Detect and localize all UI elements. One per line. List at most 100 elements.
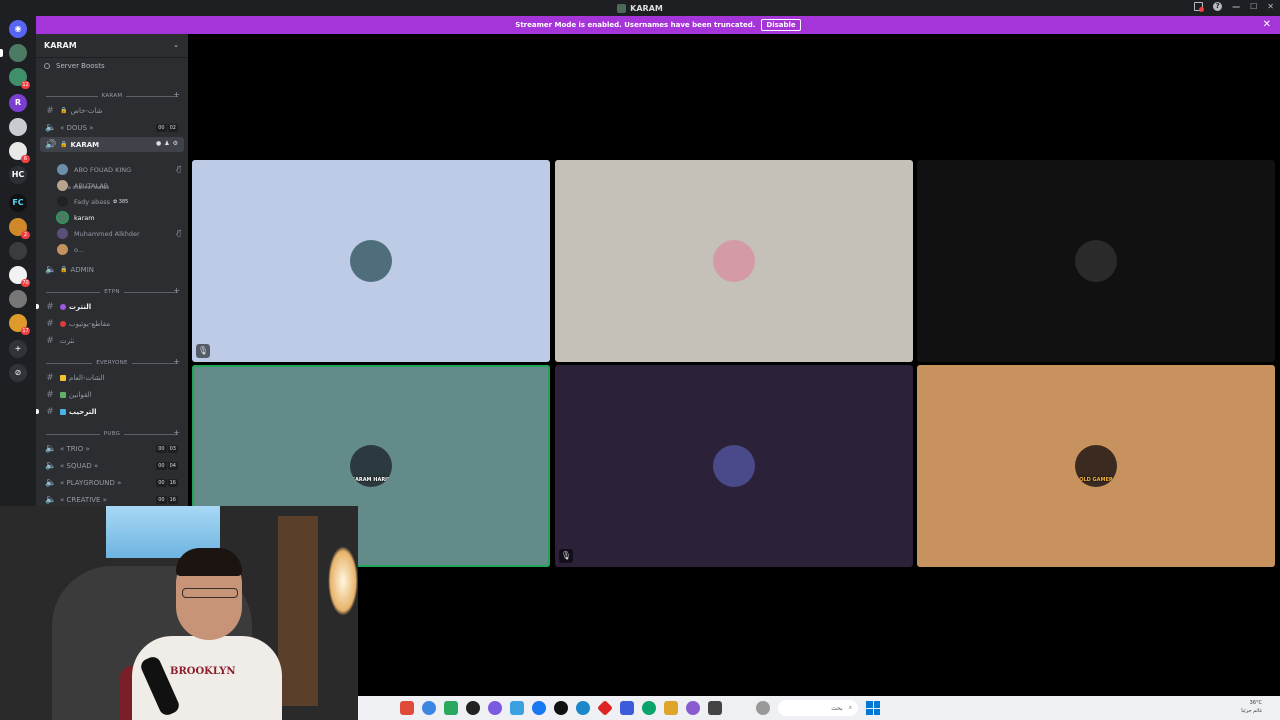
channel-nothing[interactable]: # نثرت (40, 333, 184, 348)
server-item[interactable]: HC (9, 166, 27, 184)
participant-avatar (713, 240, 755, 282)
taskbar-app[interactable] (620, 701, 634, 715)
category-everyone[interactable]: EVERYONE + (44, 357, 180, 368)
server-item[interactable] (9, 118, 27, 136)
taskbar-app[interactable] (400, 701, 414, 715)
server-item[interactable]: 17 (9, 314, 30, 335)
hash-icon: # (46, 318, 54, 329)
server-item[interactable]: 70 (9, 266, 30, 287)
taskbar-app[interactable] (444, 701, 458, 715)
taskbar-app[interactable] (510, 701, 524, 715)
windows-start-icon[interactable] (866, 701, 880, 715)
home-button[interactable]: ◉ (9, 20, 27, 38)
voice-channel-creative[interactable]: 🔈 « CREATIVE » 00 16 (40, 492, 184, 507)
participant-tile[interactable] (555, 160, 913, 362)
voice-member[interactable]: ABO FOUAD KING 🎙̸ (57, 162, 181, 177)
taskbar-search[interactable]: بحث ⌕ (778, 700, 858, 716)
add-channel-icon[interactable]: + (173, 357, 180, 366)
taskbar-app[interactable] (597, 700, 613, 716)
purple-circle-icon (60, 303, 66, 310)
chat-icon[interactable]: ● (156, 140, 161, 147)
add-channel-icon[interactable]: + (173, 428, 180, 437)
facebook-icon[interactable] (532, 701, 546, 715)
add-channel-icon[interactable]: + (173, 286, 180, 295)
taskbar-app[interactable] (708, 701, 722, 715)
invite-icon[interactable]: ♟ (164, 140, 169, 147)
voice-channel-squad[interactable]: 🔈 « SQUAD » 00 04 (40, 458, 184, 473)
server-icon (617, 3, 627, 13)
server-item[interactable]: 2 (9, 218, 30, 239)
participant-tile[interactable] (917, 160, 1275, 362)
server-boosts-link[interactable]: Server Boosts (44, 62, 105, 70)
server-karam[interactable] (9, 44, 27, 62)
chevron-down-icon: ⌄ (173, 41, 179, 49)
server-item[interactable]: FC (9, 194, 27, 212)
plus-icon: + (14, 344, 22, 353)
tiktok-icon[interactable] (554, 701, 568, 715)
server-item[interactable]: R (9, 94, 27, 112)
minimize-icon[interactable]: — (1232, 2, 1240, 11)
taskbar-app[interactable] (756, 701, 770, 715)
channel-clips[interactable]: # مقاطع-يوتيوب (40, 316, 184, 331)
server-item[interactable] (9, 290, 27, 308)
voice-member[interactable]: Fady abass ✿ 385 (57, 194, 181, 209)
inbox-icon[interactable] (1194, 2, 1205, 12)
voice-channel-admin[interactable]: 🔈 🔒 ADMIN (40, 262, 184, 277)
weather-widget[interactable]: 36°C غائم جزئيا (1241, 699, 1262, 715)
voice-channel-dous[interactable]: 🔈 « DOUS » 00 02 (40, 120, 184, 135)
voice-member[interactable]: o... (57, 242, 181, 257)
red-circle-icon (60, 320, 66, 327)
edge-icon[interactable] (642, 701, 656, 715)
server-item[interactable]: 6 (9, 142, 30, 163)
participant-tile[interactable]: 🎙 (555, 365, 913, 567)
close-banner-icon[interactable]: ✕ (1263, 19, 1271, 30)
participant-tile[interactable]: 🎙 (192, 160, 550, 362)
weather-desc: غائم جزئيا (1241, 708, 1262, 714)
disable-streamer-mode-button[interactable]: Disable (761, 19, 801, 31)
channel-general[interactable]: # الشات-العام (40, 370, 184, 385)
lock-icon: 🔒 (60, 107, 68, 114)
channel-private-chat[interactable]: # 🔒 شات-خاص (40, 103, 184, 118)
voice-member[interactable]: Muhammed Alkhder 🎙̸ (57, 226, 181, 241)
speaker-icon: 🔈 (45, 477, 57, 488)
streamer-mode-text: Streamer Mode is enabled. Usernames have… (515, 21, 756, 29)
add-channel-icon[interactable]: + (173, 90, 180, 99)
server-item[interactable] (9, 242, 27, 260)
lock-icon: 🔒 (60, 141, 68, 148)
discord-icon[interactable] (488, 701, 502, 715)
hash-icon: # (46, 406, 54, 417)
compass-icon: ⊘ (14, 368, 22, 377)
window-controls: ? — ☐ ✕ (1194, 2, 1274, 12)
voice-channel-trio[interactable]: 🔈 « TRIO » 00 03 (40, 441, 184, 456)
channel-welcome[interactable]: # الترحيب (36, 404, 184, 419)
gear-icon[interactable]: ⚙ (173, 140, 178, 147)
shirt-text: BROOKLYN (170, 666, 236, 677)
file-explorer-icon[interactable] (664, 701, 678, 715)
channel-news[interactable]: # النترت (36, 299, 184, 314)
avatar (57, 180, 68, 191)
taskbar-app[interactable] (466, 701, 480, 715)
taskbar-app[interactable] (686, 701, 700, 715)
user-limit-badge: 00 03 (156, 445, 178, 453)
help-icon[interactable]: ? (1213, 2, 1223, 11)
close-window-icon[interactable]: ✕ (1267, 2, 1274, 11)
activity-badge: ✿ 385 (113, 198, 129, 205)
voice-member[interactable]: karam (57, 210, 181, 225)
server-item[interactable]: 12 (9, 68, 30, 89)
discover-button[interactable]: ⊘ (9, 364, 27, 382)
add-server-button[interactable]: + (9, 340, 27, 358)
server-header[interactable]: KARAM ⌄ (36, 34, 188, 58)
category-etpn[interactable]: ETPN + (44, 286, 180, 297)
chrome-icon[interactable] (422, 701, 436, 715)
category-pubg[interactable]: PUBG + (44, 428, 180, 439)
speaker-icon: 🔈 (45, 264, 57, 275)
maximize-icon[interactable]: ☐ (1250, 2, 1257, 11)
search-placeholder: بحث (831, 704, 843, 712)
participant-tile[interactable]: OLD GAMER (917, 365, 1275, 567)
channel-rules[interactable]: # القوانين (40, 387, 184, 402)
voice-member[interactable]: ABUTALAB (57, 178, 181, 193)
taskbar-app[interactable] (576, 701, 590, 715)
voice-channel-karam[interactable]: 🔊 🔒 KARAM ● ♟ ⚙ (40, 137, 184, 152)
category-karam[interactable]: KARAM + (44, 90, 180, 101)
voice-channel-playground[interactable]: 🔈 « PLAYGROUND » 00 16 (40, 475, 184, 490)
